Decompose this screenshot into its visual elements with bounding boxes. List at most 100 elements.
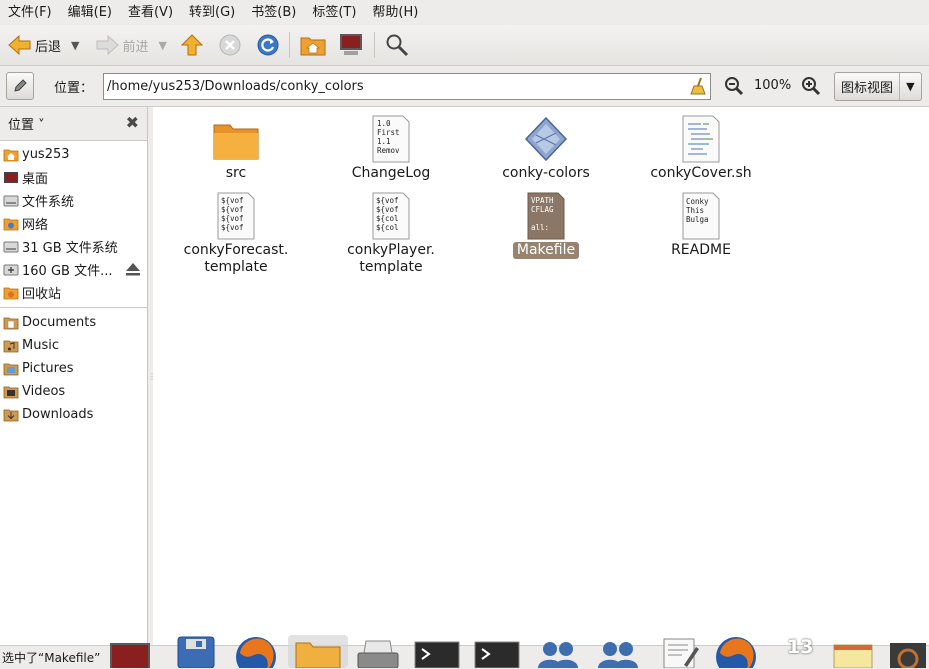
sidebar-item-label: 网络 xyxy=(22,218,49,233)
file-preview-line: ${vof xyxy=(221,223,244,232)
sidebar-item-network[interactable]: 网络 xyxy=(0,212,147,235)
sidebar-item-desktop[interactable]: 桌面 xyxy=(0,166,147,189)
eject-icon[interactable] xyxy=(125,262,141,276)
file-item[interactable]: ${vof ${vof ${vof ${vof conkyForecast. t… xyxy=(171,192,301,276)
status-text: 选中了“Makefile” xyxy=(2,651,101,665)
stop-button[interactable] xyxy=(215,30,245,60)
menu-bookmarks[interactable]: 书签(B) xyxy=(243,0,304,25)
harddisk-icon xyxy=(3,241,19,252)
menu-go[interactable]: 转到(G) xyxy=(181,0,243,25)
firefox-icon[interactable] xyxy=(232,633,280,668)
file-item[interactable]: ${vof ${vof ${col ${col conkyPlayer. tem… xyxy=(326,192,456,276)
save-disk-icon[interactable] xyxy=(174,635,218,668)
file-preview-line: Remov xyxy=(377,146,400,155)
search-button[interactable] xyxy=(381,30,413,60)
menu-view[interactable]: 查看(V) xyxy=(120,0,181,25)
sidebar: 位置 ˅ ✖ yus253 桌面 文件系统 网络 31 GB 文件系统 160 … xyxy=(0,107,148,645)
location-bar: 位置： 100% 图标视图 ▼ xyxy=(0,66,929,107)
forward-history-dropdown[interactable]: ▼ xyxy=(159,39,167,52)
view-mode-label: 图标视图 xyxy=(841,81,894,96)
file-item[interactable]: conky-colors xyxy=(481,115,611,182)
trash-icon xyxy=(3,287,19,299)
harddisk-icon xyxy=(3,195,19,206)
home-button[interactable] xyxy=(296,30,330,60)
location-field[interactable] xyxy=(103,73,711,100)
file-preview-line: ${col xyxy=(376,223,399,232)
close-icon[interactable]: ✖ xyxy=(126,113,139,132)
executable-icon xyxy=(524,116,568,162)
menu-edit[interactable]: 编辑(E) xyxy=(60,0,120,25)
sidebar-item-label: Videos xyxy=(22,384,66,399)
sidebar-item-trash[interactable]: 回收站 xyxy=(0,281,147,304)
file-preview-line: VPATH xyxy=(531,196,554,205)
clear-broom-icon[interactable] xyxy=(690,77,706,95)
file-item[interactable]: conkyCover.sh xyxy=(636,115,766,182)
back-button[interactable]: 后退 xyxy=(4,30,65,60)
zoom-level[interactable]: 100% xyxy=(754,78,791,93)
text-file-icon: 1.0 First 1.1 Remov xyxy=(372,115,410,163)
firefox-icon[interactable] xyxy=(712,633,760,668)
folder-documents-icon xyxy=(3,317,19,329)
back-history-dropdown[interactable]: ▼ xyxy=(71,39,79,52)
file-item[interactable]: src xyxy=(171,115,301,182)
desktop-icon xyxy=(4,171,18,183)
zoom-in-icon[interactable] xyxy=(801,76,821,96)
users-icon[interactable] xyxy=(596,635,640,668)
sidebar-item-label: Music xyxy=(22,338,59,353)
file-item[interactable]: 1.0 First 1.1 Remov ChangeLog xyxy=(326,115,456,182)
view-mode-select[interactable]: 图标视图 ▼ xyxy=(834,72,922,101)
sidebar-item-documents[interactable]: Documents xyxy=(0,311,147,334)
usb-drive-icon xyxy=(3,264,19,275)
printer-icon[interactable] xyxy=(354,639,402,668)
menu-tabs[interactable]: 标签(T) xyxy=(304,0,364,25)
reload-button[interactable] xyxy=(253,30,283,60)
sidebar-item-pictures[interactable]: Pictures xyxy=(0,357,147,380)
desktop-launcher-icon[interactable] xyxy=(108,641,152,668)
back-arrow-icon xyxy=(8,34,31,56)
location-input[interactable] xyxy=(104,79,677,94)
zoom-out-icon[interactable] xyxy=(724,76,744,96)
sidebar-item-downloads[interactable]: Downloads xyxy=(0,403,147,426)
toggle-location-entry-button[interactable] xyxy=(6,72,34,100)
file-item-selected[interactable]: VPATH CFLAG all: Makefile xyxy=(481,192,611,259)
users-icon[interactable] xyxy=(536,635,580,668)
menu-help[interactable]: 帮助(H) xyxy=(364,0,426,25)
file-item[interactable]: Conky This Bulga README xyxy=(636,192,766,259)
sidebar-item-filesystem[interactable]: 文件系统 xyxy=(0,189,147,212)
files-folder-icon[interactable] xyxy=(288,635,348,668)
file-preview-line: ${vof xyxy=(221,205,244,214)
sidebar-item-label: 桌面 xyxy=(22,172,49,187)
forward-button[interactable]: 前进 xyxy=(91,30,152,60)
sidebar-item-music[interactable]: Music xyxy=(0,334,147,357)
sidebar-item-videos[interactable]: Videos xyxy=(0,380,147,403)
folder-music-icon xyxy=(3,340,19,352)
menu-file[interactable]: 文件(F) xyxy=(0,0,60,25)
sidebar-item-160gb-volume[interactable]: 160 GB 文件... xyxy=(0,258,147,281)
back-label: 后退 xyxy=(35,39,62,55)
notepad-icon[interactable] xyxy=(830,641,876,668)
sidebar-divider xyxy=(0,307,147,308)
terminal-icon[interactable] xyxy=(414,641,460,668)
text-editor-icon[interactable] xyxy=(660,637,700,668)
file-preview-line: Bulga xyxy=(686,215,709,224)
sidebar-item-home[interactable]: yus253 xyxy=(0,143,147,166)
forward-label: 前进 xyxy=(122,39,149,55)
pane-resize-handle[interactable]: ⋮ xyxy=(148,372,156,382)
sidebar-pane-select[interactable]: 位置 ˅ xyxy=(0,114,45,133)
computer-button[interactable] xyxy=(334,30,368,60)
file-name: src xyxy=(225,165,247,181)
pencil-icon xyxy=(14,79,27,92)
sidebar-item-label: 文件系统 xyxy=(22,195,75,210)
sidebar-item-label: yus253 xyxy=(22,147,70,162)
terminal-icon[interactable] xyxy=(474,641,520,668)
sidebar-header: 位置 ˅ ✖ xyxy=(0,107,147,141)
sidebar-item-31gb-volume[interactable]: 31 GB 文件系统 xyxy=(0,235,147,258)
toolbar-separator-2 xyxy=(373,32,375,58)
system-icon[interactable] xyxy=(888,641,928,668)
sidebar-item-label: 160 GB 文件... xyxy=(22,264,113,279)
folder-downloads-icon xyxy=(3,409,19,421)
location-label: 位置： xyxy=(54,80,94,96)
chevron-down-icon: ▼ xyxy=(898,73,921,100)
up-button[interactable] xyxy=(177,30,207,60)
file-icon-view[interactable]: src 1.0 First 1.1 Remov ChangeLog conky-… xyxy=(153,107,929,645)
